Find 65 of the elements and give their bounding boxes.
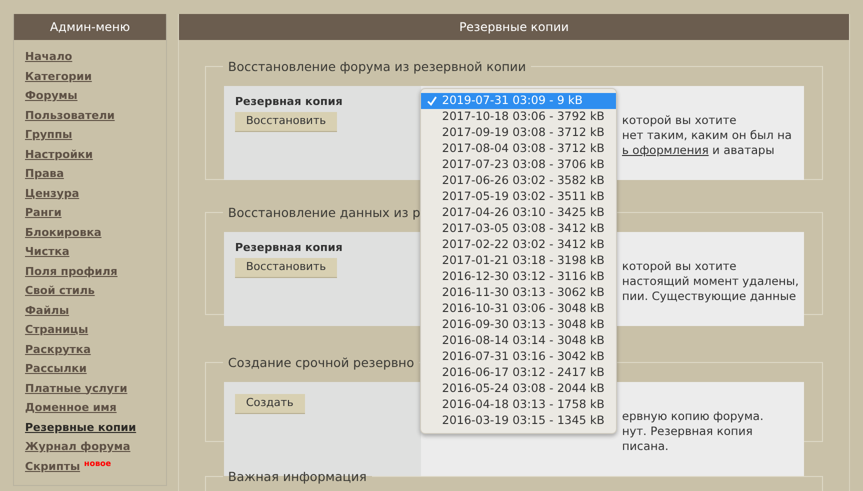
- dropdown-option[interactable]: 2016-07-31 03:16 - 3042 kB: [421, 349, 616, 365]
- description-line: писана.: [622, 439, 670, 454]
- restore-button[interactable]: Восстановить: [235, 112, 337, 132]
- dropdown-option[interactable]: 2016-09-30 03:13 - 3048 kB: [421, 317, 616, 333]
- dropdown-option[interactable]: 2016-08-14 03:14 - 3048 kB: [421, 333, 616, 349]
- dropdown-option[interactable]: 2017-02-22 03:02 - 3412 kB: [421, 237, 616, 253]
- sidebar-title: Админ-меню: [14, 14, 166, 40]
- dropdown-option[interactable]: 2016-11-30 03:13 - 3062 kB: [421, 285, 616, 301]
- dropdown-option[interactable]: 2017-10-18 03:06 - 3792 kB: [421, 109, 616, 125]
- section-legend: Создание срочной резервно: [228, 355, 414, 370]
- sidebar-link[interactable]: Файлы: [25, 302, 70, 318]
- link[interactable]: ь оформления: [622, 143, 709, 157]
- dropdown-option[interactable]: 2016-10-31 03:06 - 3048 kB: [421, 301, 616, 317]
- dropdown-option[interactable]: 2016-12-30 03:12 - 3116 kB: [421, 269, 616, 285]
- dropdown-option[interactable]: 2016-04-18 03:13 - 1758 kB: [421, 397, 616, 413]
- sidebar-link[interactable]: Платные услуги: [25, 380, 128, 396]
- sidebar-link[interactable]: Скрипты: [25, 458, 80, 474]
- sidebar-link[interactable]: Журнал форума: [25, 439, 130, 454]
- field-label: Резервная копия: [235, 95, 343, 109]
- restore-button[interactable]: Восстановить: [235, 258, 337, 278]
- description-line: пии. Существующие данные: [622, 289, 798, 304]
- sidebar-link[interactable]: Начало: [25, 49, 72, 64]
- dropdown-option[interactable]: 2017-08-04 03:08 - 3712 kB: [421, 141, 616, 157]
- description-line: нут. Резервная копия: [622, 424, 754, 439]
- sidebar-link[interactable]: Доменное имя: [25, 400, 117, 415]
- section-legend: Важная информация: [228, 469, 367, 484]
- description-line: нет таким, каким он был на: [622, 128, 793, 143]
- description-line: которой вы хотите: [622, 259, 738, 274]
- dropdown-option[interactable]: 2016-05-24 03:08 - 2044 kB: [421, 381, 616, 397]
- field-label: Резервная копия: [235, 241, 343, 255]
- sidebar-link[interactable]: Чистка: [25, 244, 70, 259]
- restore-button[interactable]: Создать: [235, 394, 304, 414]
- description-line: настоящий момент удалены,: [622, 274, 800, 289]
- section-legend: Восстановление данных из р: [228, 205, 420, 220]
- dropdown-option[interactable]: 2017-09-19 03:08 - 3712 kB: [421, 125, 616, 141]
- sidebar-link[interactable]: Поля профиля: [25, 264, 118, 278]
- sidebar-link[interactable]: Блокировка: [25, 224, 102, 240]
- dropdown-option[interactable]: 2017-04-26 03:10 - 3425 kB: [421, 205, 616, 221]
- sidebar-link[interactable]: Свой стиль: [25, 283, 95, 298]
- dropdown-option[interactable]: 2016-06-17 03:12 - 2417 kB: [421, 365, 616, 381]
- description-line: ь оформления и аватары: [622, 143, 776, 158]
- sidebar-link[interactable]: Настройки: [25, 146, 93, 162]
- sidebar-link[interactable]: Права: [25, 166, 64, 181]
- check-icon: [426, 96, 436, 106]
- dropdown-option[interactable]: 2016-03-19 03:15 - 1345 kB: [421, 413, 616, 429]
- sidebar-link[interactable]: Резервные копии: [25, 420, 136, 434]
- dropdown-option[interactable]: 2017-07-23 03:08 - 3706 kB: [421, 157, 616, 173]
- sidebar-link[interactable]: Рассылки: [25, 361, 87, 376]
- dropdown-option[interactable]: 2017-03-05 03:08 - 3412 kB: [421, 221, 616, 237]
- main-title: Резервные копии: [179, 14, 849, 40]
- sidebar-link[interactable]: Ранги: [25, 205, 62, 220]
- section-legend: Восстановление форума из резервной копии: [228, 59, 526, 74]
- new-label: новое: [84, 458, 112, 468]
- dropdown-option[interactable]: 2017-01-21 03:18 - 3198 kB: [421, 253, 616, 269]
- sidebar-link[interactable]: Цензура: [25, 186, 80, 200]
- sidebar-link[interactable]: Раскрутка: [25, 342, 91, 356]
- sidebar-link[interactable]: Страницы: [25, 322, 88, 337]
- sidebar-link[interactable]: Группы: [25, 127, 72, 142]
- description-line: которой вы хотите: [622, 113, 738, 128]
- sidebar-link[interactable]: Форумы: [25, 88, 78, 103]
- sidebar-link[interactable]: Категории: [25, 68, 92, 84]
- sidebar-link[interactable]: Пользователи: [25, 108, 115, 122]
- dropdown-option[interactable]: 2017-05-19 03:02 - 3511 kB: [421, 189, 616, 205]
- description-line: ервную копию форума.: [622, 409, 764, 424]
- dropdown-option[interactable]: 2017-06-26 03:02 - 3582 kB: [421, 173, 616, 189]
